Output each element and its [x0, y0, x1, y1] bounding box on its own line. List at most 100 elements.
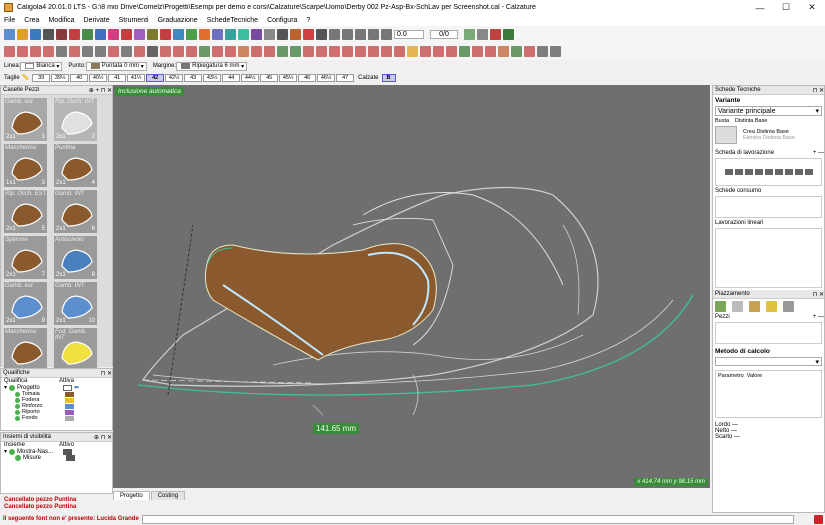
toolbar-tool-icon[interactable] — [381, 29, 392, 40]
toolbar-tool-icon[interactable] — [30, 46, 41, 57]
size-button[interactable]: 43 — [184, 73, 203, 82]
drawing-canvas[interactable]: Inclusione automatica 141.65 mm x 414.74… — [113, 85, 710, 488]
size-button[interactable]: 42 — [146, 73, 165, 82]
toolbar-tool-icon[interactable] — [173, 29, 184, 40]
toolbar-tool-icon[interactable] — [477, 29, 488, 40]
toolbar-tool-icon[interactable] — [251, 46, 262, 57]
pezzi-list[interactable] — [715, 322, 822, 344]
menu-configura[interactable]: Configura — [267, 17, 297, 24]
piece-thumbnail[interactable]: Antiscivolo 2x1 8 — [53, 235, 98, 280]
star-icon[interactable] — [766, 301, 777, 312]
toolbar-tool-icon[interactable] — [82, 46, 93, 57]
toolbar-tool-icon[interactable] — [95, 29, 106, 40]
toolbar-tool-icon[interactable] — [225, 46, 236, 57]
size-button[interactable]: 41 — [108, 73, 127, 82]
panel-controls-icon[interactable]: ⊓ ✕ — [101, 370, 112, 377]
status-icon[interactable] — [814, 514, 823, 524]
toolbar-tool-icon[interactable] — [355, 46, 366, 57]
lavorazione-tool-icon[interactable] — [804, 169, 813, 175]
toolbar-tool-icon[interactable] — [303, 29, 314, 40]
toolbar-tool-icon[interactable] — [368, 29, 379, 40]
menu-help[interactable]: ? — [306, 17, 310, 24]
toolbar-tool-icon[interactable] — [121, 46, 132, 57]
size-button[interactable]: 45½ — [279, 73, 298, 82]
toolbar-tool-icon[interactable] — [316, 46, 327, 57]
toolbar-tool-icon[interactable] — [82, 29, 93, 40]
qualifica-color[interactable] — [65, 415, 74, 421]
tab-progetto[interactable]: Progetto — [113, 491, 150, 500]
piece-thumbnail[interactable]: Mascherina 1x1 3 — [3, 143, 48, 188]
toolbar-tool-icon[interactable] — [134, 46, 145, 57]
zoom-field[interactable]: 0.0 — [394, 30, 424, 39]
size-button[interactable]: 41½ — [127, 73, 146, 82]
piece-thumbnail[interactable]: Gamb. INT 2x1 6 — [53, 189, 98, 234]
qualifica-color[interactable] — [65, 403, 74, 409]
piece-thumbnail[interactable]: Gamb. INT 2x1 10 — [53, 281, 98, 326]
toolbar-tool-icon[interactable] — [69, 46, 80, 57]
toolbar-tool-icon[interactable] — [524, 46, 535, 57]
schede-consumo-list[interactable] — [715, 196, 822, 218]
move-icon[interactable] — [749, 301, 760, 312]
margine-dropdown[interactable]: Ripiegatura 6 mm ▾ — [176, 61, 248, 71]
toolbar-tool-icon[interactable] — [251, 29, 262, 40]
size-button[interactable]: 46 — [298, 73, 317, 82]
toolbar-tool-icon[interactable] — [420, 46, 431, 57]
toolbar-tool-icon[interactable] — [17, 46, 28, 57]
lavorazione-tool-icon[interactable] — [754, 169, 763, 175]
piece-thumbnail[interactable]: Gamb. est 2x1 9 — [3, 281, 48, 326]
nest-icon[interactable] — [715, 301, 726, 312]
toolbar-tool-icon[interactable] — [329, 46, 340, 57]
size-button[interactable]: 39 — [32, 73, 51, 82]
lavorazione-tool-icon[interactable] — [744, 169, 753, 175]
menu-graduazione[interactable]: Graduazione — [158, 17, 198, 24]
ruler-icon[interactable]: 📏 — [22, 74, 29, 81]
visibilita-child[interactable]: Misure — [1, 455, 112, 461]
toolbar-tool-icon[interactable] — [212, 29, 223, 40]
size-button[interactable]: 44 — [222, 73, 241, 82]
lav-lineari-list[interactable] — [715, 228, 822, 288]
size-button[interactable]: 44½ — [241, 73, 260, 82]
toolbar-tool-icon[interactable] — [550, 46, 561, 57]
size-button[interactable]: 42½ — [165, 73, 184, 82]
piece-thumbnail[interactable]: Puntina 2x1 4 — [53, 143, 98, 188]
qualifica-color[interactable] — [65, 391, 74, 397]
pezzi-header[interactable]: Pezzi + — — [713, 314, 824, 320]
toolbar-tool-icon[interactable] — [17, 29, 28, 40]
toolbar-tool-icon[interactable] — [238, 46, 249, 57]
toolbar-tool-icon[interactable] — [199, 46, 210, 57]
toolbar-tool-icon[interactable] — [69, 29, 80, 40]
close-button[interactable]: ✕ — [799, 2, 825, 13]
toggle-swatch[interactable] — [66, 455, 75, 461]
menu-schede-tecniche[interactable]: SchedeTecniche — [207, 17, 258, 24]
toolbar-tool-icon[interactable] — [56, 46, 67, 57]
toolbar-tool-icon[interactable] — [173, 46, 184, 57]
toolbar-tool-icon[interactable] — [43, 46, 54, 57]
panel-controls-icon[interactable]: ⊓ ✕ — [813, 87, 824, 94]
menu-derivate[interactable]: Derivate — [84, 17, 110, 24]
lavorazione-tool-icon[interactable] — [724, 169, 733, 175]
lavorazione-tool-icon[interactable] — [774, 169, 783, 175]
toolbar-tool-icon[interactable] — [303, 46, 314, 57]
toolbar-tool-icon[interactable] — [212, 46, 223, 57]
toolbar-tool-icon[interactable] — [147, 29, 158, 40]
toolbar-tool-icon[interactable] — [160, 29, 171, 40]
size-button[interactable]: 46½ — [317, 73, 336, 82]
minimize-button[interactable]: — — [747, 3, 773, 13]
menu-strumenti[interactable]: Strumenti — [119, 17, 149, 24]
toolbar-tool-icon[interactable] — [186, 46, 197, 57]
add-remove-icon[interactable]: + — — [813, 150, 824, 156]
schede-consumo-label[interactable]: Schede consumo — [713, 188, 824, 194]
tab-costing[interactable]: Costing — [150, 491, 186, 500]
toolbar-tool-icon[interactable] — [4, 29, 15, 40]
toolbar-tool-icon[interactable] — [394, 46, 405, 57]
qualifica-root[interactable]: ▾ Progetto ⬅ — [1, 384, 112, 391]
visibilita-root[interactable]: ▾ Mostra-Nas... — [1, 448, 112, 455]
toolbar-tool-icon[interactable] — [503, 29, 514, 40]
variante-dropdown[interactable]: Variante principale ▾ — [715, 106, 822, 116]
toolbar-tool-icon[interactable] — [316, 29, 327, 40]
checkbox[interactable] — [63, 384, 73, 391]
toolbar-tool-icon[interactable] — [464, 29, 475, 40]
size-button[interactable]: 40½ — [89, 73, 108, 82]
toolbar-tool-icon[interactable] — [511, 46, 522, 57]
shoe-drawing[interactable] — [113, 85, 710, 488]
